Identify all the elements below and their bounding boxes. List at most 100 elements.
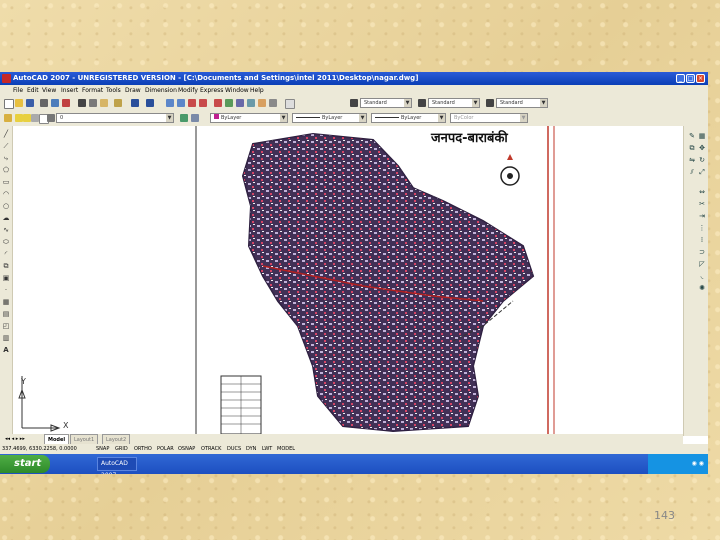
model-toggle[interactable]: MODEL (277, 444, 295, 454)
tab-nav-first[interactable]: ◂◂ ◂ ▸ ▸▸ (2, 434, 28, 443)
undo-icon[interactable] (131, 99, 139, 107)
table-icon[interactable]: ▥ (2, 334, 10, 342)
menu-file[interactable]: File (13, 85, 23, 96)
extend-icon[interactable]: ⇥ (698, 212, 706, 220)
match-properties-icon[interactable] (114, 99, 122, 107)
erase-icon[interactable]: ✎ (688, 132, 696, 140)
multiline-text-icon[interactable]: A (2, 346, 10, 354)
title-bar[interactable]: AutoCAD 2007 - UNREGISTERED VERSION - [C… (0, 72, 708, 85)
help-icon[interactable] (285, 99, 295, 109)
hatch-icon[interactable]: ▦ (2, 298, 10, 306)
print-icon[interactable] (40, 99, 48, 107)
rotate-icon[interactable]: ↻ (698, 156, 706, 164)
minimize-button[interactable]: _ (676, 74, 685, 83)
stretch-icon[interactable]: ⇔ (698, 188, 706, 196)
scale-icon[interactable]: ⤢ (698, 168, 706, 176)
menu-view[interactable]: View (42, 85, 56, 96)
layer-previous-icon[interactable] (191, 114, 199, 122)
plot-preview-icon[interactable] (51, 99, 59, 107)
menu-tools[interactable]: Tools (106, 85, 121, 96)
gradient-icon[interactable]: ▤ (2, 310, 10, 318)
plot-style-select[interactable]: ByColor ▼ (450, 113, 528, 123)
ortho-toggle[interactable]: ORTHO (134, 444, 152, 454)
menu-modify[interactable]: Modify (178, 85, 198, 96)
ellipse-icon[interactable]: ⬭ (2, 238, 10, 246)
cut-icon[interactable] (78, 99, 86, 107)
dyn-toggle[interactable]: DYN (246, 444, 256, 454)
trim-icon[interactable]: ✂ (698, 200, 706, 208)
menu-window[interactable]: Window (225, 85, 249, 96)
array-icon[interactable]: ▦ (698, 132, 706, 140)
new-file-icon[interactable] (4, 99, 14, 109)
lineweight-select[interactable]: ByLayer ▼ (371, 113, 446, 123)
polygon-icon[interactable]: ⬠ (2, 166, 10, 174)
menu-edit[interactable]: Edit (27, 85, 39, 96)
maximize-button[interactable]: □ (686, 74, 695, 83)
break-icon[interactable]: ⁞ (698, 236, 706, 244)
insert-block-icon[interactable]: ⧉ (2, 262, 10, 270)
taskbar-item-autocad[interactable]: AutoCAD 2007 - [UNR... (97, 457, 137, 474)
text-style-select[interactable]: Standard ▼ (360, 98, 412, 108)
osnap-toggle[interactable]: OSNAP (178, 444, 195, 454)
grid-toggle[interactable]: GRID (115, 444, 128, 454)
join-icon[interactable]: ⊃ (698, 248, 706, 256)
make-block-icon[interactable]: ▣ (2, 274, 10, 282)
tool-palettes-icon[interactable] (236, 99, 244, 107)
move-icon[interactable]: ✥ (698, 144, 706, 152)
break-at-point-icon[interactable]: ⋮ (698, 224, 706, 232)
redo-icon[interactable] (146, 99, 154, 107)
open-folder-icon[interactable] (15, 99, 23, 107)
offset-icon[interactable]: ⫽ (688, 168, 696, 176)
revision-cloud-icon[interactable]: ☁ (2, 214, 10, 222)
fillet-icon[interactable]: ◟ (698, 272, 706, 280)
zoom-realtime-icon[interactable] (177, 99, 185, 107)
make-current-icon[interactable] (180, 114, 188, 122)
save-icon[interactable] (26, 99, 34, 107)
menu-dimension[interactable]: Dimension (145, 85, 177, 96)
menu-draw[interactable]: Draw (125, 85, 141, 96)
rectangle-icon[interactable]: ▭ (2, 178, 10, 186)
construction-line-icon[interactable]: ⟋ (2, 142, 10, 150)
pan-icon[interactable] (166, 99, 174, 107)
ellipse-arc-icon[interactable]: ◜ (2, 250, 10, 258)
spline-icon[interactable]: ∿ (2, 226, 10, 234)
design-center-icon[interactable] (225, 99, 233, 107)
calculator-icon[interactable] (269, 99, 277, 107)
close-button[interactable]: × (696, 74, 705, 83)
table-style-select[interactable]: Standard ▼ (496, 98, 548, 108)
ducs-toggle[interactable]: DUCS (227, 444, 241, 454)
markup-icon[interactable] (258, 99, 266, 107)
start-button[interactable]: start (0, 455, 50, 473)
layer-manager-icon[interactable] (4, 114, 12, 122)
menu-insert[interactable]: Insert (61, 85, 78, 96)
polar-toggle[interactable]: POLAR (157, 444, 174, 454)
layer-select[interactable]: 0 ▼ (56, 113, 174, 123)
polyline-icon[interactable]: ⤷ (2, 154, 10, 162)
dim-style-select[interactable]: Standard ▼ (428, 98, 480, 108)
region-icon[interactable]: ◰ (2, 322, 10, 330)
explode-icon[interactable]: ✺ (698, 284, 706, 292)
circle-icon[interactable]: ○ (2, 202, 10, 210)
chamfer-icon[interactable]: ◸ (698, 260, 706, 268)
otrack-toggle[interactable]: OTRACK (201, 444, 221, 454)
arc-icon[interactable]: ◠ (2, 190, 10, 198)
drawing-canvas[interactable]: Y X जनपद-बाराबंकी (13, 126, 683, 434)
menu-format[interactable]: Format (82, 85, 103, 96)
snap-toggle[interactable]: SNAP (96, 444, 109, 454)
menu-express[interactable]: Express (200, 85, 223, 96)
sheet-set-icon[interactable] (247, 99, 255, 107)
zoom-previous-icon[interactable] (199, 99, 207, 107)
copy-object-icon[interactable]: ⧉ (688, 144, 696, 152)
paste-icon[interactable] (100, 99, 108, 107)
color-select[interactable]: ByLayer ▼ (210, 113, 288, 123)
mirror-icon[interactable]: ⇋ (688, 156, 696, 164)
copy-icon[interactable] (89, 99, 97, 107)
properties-icon[interactable] (214, 99, 222, 107)
menu-help[interactable]: Help (250, 85, 264, 96)
lwt-toggle[interactable]: LWT (262, 444, 272, 454)
line-icon[interactable]: ╱ (2, 130, 10, 138)
publish-icon[interactable] (62, 99, 70, 107)
point-icon[interactable]: · (2, 286, 10, 294)
linetype-select[interactable]: ByLayer ▼ (292, 113, 367, 123)
zoom-window-icon[interactable] (188, 99, 196, 107)
